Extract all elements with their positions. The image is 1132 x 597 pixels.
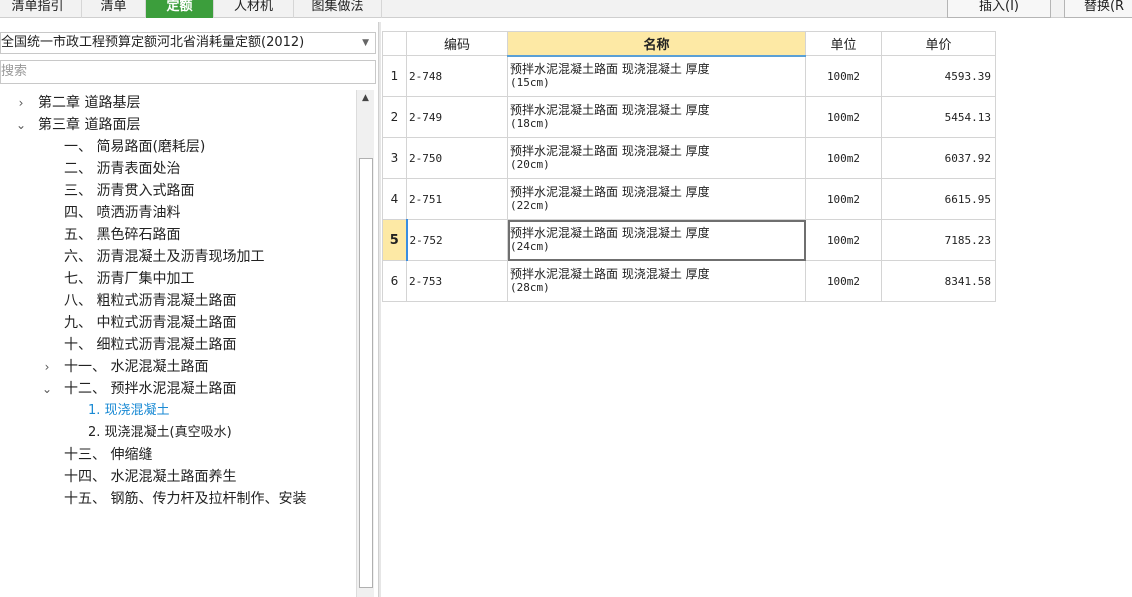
tree-node-label: 九、 中粒式沥青混凝土路面 [64, 315, 237, 331]
cell-unit[interactable]: 100m2 [805, 96, 882, 138]
chevron-right-icon[interactable]: › [40, 356, 54, 378]
search-input[interactable]: 搜索 [0, 60, 376, 84]
replace-button[interactable]: 替换(R [1064, 0, 1132, 18]
quota-library-panel: 全国统一市政工程预算定额河北省消耗量定额(2012) ▼ 搜索 › 第二章 道路… [0, 22, 378, 597]
tree-node-label: 八、 粗粒式沥青混凝土路面 [64, 293, 237, 309]
name-line-2: (28cm) [510, 281, 550, 294]
tab-atlas-method[interactable]: 图集做法 [294, 0, 382, 18]
tree-node-label: 十三、 伸缩缝 [64, 447, 153, 463]
tab-list-guide[interactable]: 清单指引 [0, 0, 82, 18]
cell-name[interactable]: 预拌水泥混凝土路面 现浇混凝土 厚度 (28cm) [507, 260, 806, 302]
name-line-1: 预拌水泥混凝土路面 现浇混凝土 厚度 [510, 226, 710, 240]
name-line-2: (15cm) [510, 76, 550, 90]
cell-code[interactable]: 2-750 [406, 137, 508, 179]
name-line-1: 预拌水泥混凝土路面 现浇混凝土 厚度 [510, 144, 710, 158]
row-number: 1 [382, 55, 407, 97]
cell-code[interactable]: 2-752 [405, 219, 508, 261]
cell-code[interactable]: 2-751 [406, 178, 508, 220]
column-header-code[interactable]: 编码 [406, 31, 508, 56]
tree-node-label: 七、 沥青厂集中加工 [64, 271, 195, 287]
table-row[interactable]: 2 2-749 预拌水泥混凝土路面 现浇混凝土 厚度 (18cm) 100m2 5… [382, 96, 996, 138]
tree-node-label: 第三章 道路面层 [38, 117, 141, 133]
chapter-tree: › 第二章 道路基层 ⌄ 第三章 道路面层 一、 简易路面(磨耗层) 二、 沥青… [0, 90, 356, 597]
cell-code[interactable]: 2-748 [406, 55, 508, 97]
cell-name[interactable]: 预拌水泥混凝土路面 现浇混凝土 厚度 (15cm) [507, 55, 806, 97]
chevron-down-icon[interactable]: ▼ [362, 33, 369, 53]
tree-node-label: 第二章 道路基层 [38, 95, 141, 111]
row-number: 5 [382, 219, 407, 261]
table-row[interactable]: 4 2-751 预拌水泥混凝土路面 现浇混凝土 厚度 (22cm) 100m2 6… [382, 178, 996, 220]
cell-price[interactable]: 4593.39 [881, 55, 996, 97]
cell-name[interactable]: 预拌水泥混凝土路面 现浇混凝土 厚度 (20cm) [507, 137, 806, 179]
name-line-2: (20cm) [510, 158, 550, 171]
cell-unit[interactable]: 100m2 [805, 137, 882, 179]
tab-quota[interactable]: 定额 [146, 0, 214, 18]
row-number: 3 [382, 137, 407, 179]
chevron-right-icon[interactable]: › [14, 92, 28, 114]
tab-labor-material-machine[interactable]: 人材机 [214, 0, 294, 18]
chevron-down-icon[interactable]: ⌄ [40, 378, 54, 400]
cell-unit[interactable]: 100m2 [805, 55, 882, 97]
cell-price[interactable]: 7185.23 [881, 219, 996, 261]
insert-button[interactable]: 插入(I) [947, 0, 1051, 18]
tree-node-label: 五、 黑色碎石路面 [64, 227, 181, 243]
library-select-value: 全国统一市政工程预算定额河北省消耗量定额(2012) [1, 35, 305, 50]
name-line-1: 预拌水泥混凝土路面 现浇混凝土 厚度 [510, 267, 710, 281]
tree-node-label: 十二、 预拌水泥混凝土路面 [64, 381, 237, 397]
cell-price[interactable]: 5454.13 [881, 96, 996, 138]
name-line-2: (22cm) [510, 199, 550, 212]
cell-price[interactable]: 6037.92 [881, 137, 996, 179]
cell-unit[interactable]: 100m2 [805, 260, 882, 302]
tree-node-label: 2. 现浇混凝土(真空吸水) [88, 425, 232, 440]
tree-node-label: 十五、 钢筋、传力杆及拉杆制作、安装 [64, 491, 307, 507]
tree-node-label: 四、 喷洒沥青油料 [64, 205, 181, 221]
tree-node-label: 十、 细粒式沥青混凝土路面 [64, 337, 237, 353]
tree-node-label: 十四、 水泥混凝土路面养生 [64, 469, 237, 485]
tab-list[interactable]: 清单 [82, 0, 146, 18]
cell-unit[interactable]: 100m2 [805, 178, 882, 220]
name-line-1: 预拌水泥混凝土路面 现浇混凝土 厚度 [510, 62, 710, 77]
cell-price[interactable]: 6615.95 [881, 178, 996, 220]
panel-splitter[interactable] [378, 22, 381, 597]
cell-code[interactable]: 2-749 [406, 96, 508, 138]
cell-name-focused[interactable]: 预拌水泥混凝土路面 现浇混凝土 厚度 (24cm) [507, 219, 806, 261]
row-number: 2 [382, 96, 407, 138]
cell-name[interactable]: 预拌水泥混凝土路面 现浇混凝土 厚度 (18cm) [507, 96, 806, 138]
row-number: 6 [382, 260, 407, 302]
tab-bar: 清单指引 清单 定额 人材机 图集做法 插入(I) 替换(R [0, 0, 1132, 18]
tree-node-label: 1. 现浇混凝土 [88, 403, 170, 418]
scrollbar-thumb[interactable] [359, 158, 373, 588]
row-number: 4 [382, 178, 407, 220]
cell-price[interactable]: 8341.58 [881, 260, 996, 302]
table-row[interactable]: 1 2-748 预拌水泥混凝土路面 现浇混凝土 厚度 (15cm) 100m2 4… [382, 55, 996, 97]
cell-unit[interactable]: 100m2 [805, 219, 882, 261]
name-line-1: 预拌水泥混凝土路面 现浇混凝土 厚度 [510, 103, 710, 117]
table-row-current[interactable]: 5 2-752 预拌水泥混凝土路面 现浇混凝土 厚度 (24cm) 100m2 7… [382, 219, 996, 261]
name-line-1: 预拌水泥混凝土路面 现浇混凝土 厚度 [510, 185, 710, 199]
tree-node-label: 十一、 水泥混凝土路面 [64, 359, 209, 375]
column-header-name[interactable]: 名称 [507, 31, 806, 57]
arrow-up-icon[interactable]: ▲ [357, 90, 374, 107]
table-row[interactable]: 6 2-753 预拌水泥混凝土路面 现浇混凝土 厚度 (28cm) 100m2 8… [382, 260, 996, 302]
tree-node-label: 六、 沥青混凝土及沥青现场加工 [64, 249, 265, 265]
tree-node-label: 一、 简易路面(磨耗层) [64, 139, 206, 155]
table-row[interactable]: 3 2-750 预拌水泥混凝土路面 现浇混凝土 厚度 (20cm) 100m2 6… [382, 137, 996, 179]
cell-code[interactable]: 2-753 [406, 260, 508, 302]
tree-node-label: 二、 沥青表面处治 [64, 161, 181, 177]
column-header-unit[interactable]: 单位 [805, 31, 882, 56]
cell-name[interactable]: 预拌水泥混凝土路面 现浇混凝土 厚度 (22cm) [507, 178, 806, 220]
tree-scrollbar[interactable]: ▲ [356, 90, 374, 597]
chevron-down-icon[interactable]: ⌄ [14, 114, 28, 136]
column-header-price[interactable]: 单价 [881, 31, 996, 56]
tree-node-label: 三、 沥青贯入式路面 [64, 183, 195, 199]
library-select[interactable]: 全国统一市政工程预算定额河北省消耗量定额(2012) ▼ [0, 32, 376, 54]
quota-grid: 编码 名称 单位 单价 1 2-748 预拌水泥混凝土路面 现浇混凝土 厚度 (1… [382, 31, 996, 302]
grid-corner [382, 31, 407, 56]
name-line-2: (24cm) [510, 240, 550, 253]
search-placeholder: 搜索 [1, 64, 28, 79]
name-line-2: (18cm) [510, 117, 550, 130]
